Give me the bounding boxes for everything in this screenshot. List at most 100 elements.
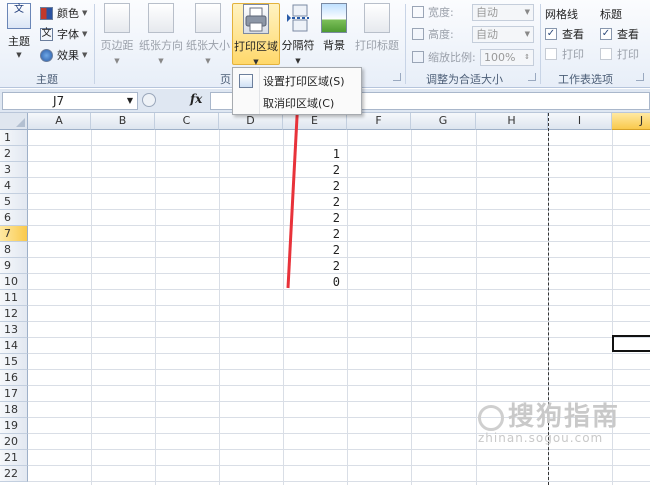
row-header-6[interactable]: 6 xyxy=(0,210,28,226)
row-header-12[interactable]: 12 xyxy=(0,306,28,322)
row-header-20[interactable]: 20 xyxy=(0,434,28,450)
cell-e6[interactable]: 2 xyxy=(283,210,343,226)
breaks-label: 分隔符 xyxy=(281,39,315,52)
width-icon xyxy=(412,6,424,18)
chevron-down-icon: ▼ xyxy=(253,58,259,66)
row-header-22[interactable]: 22 xyxy=(0,466,28,482)
column-header-d[interactable]: D xyxy=(219,113,283,130)
column-header-g[interactable]: G xyxy=(411,113,476,130)
scale-row: 缩放比例: 100% ⇕ xyxy=(412,47,534,67)
chevron-down-icon: ▼ xyxy=(16,51,22,59)
row-header-4[interactable]: 4 xyxy=(0,178,28,194)
background-button[interactable]: 背景 xyxy=(318,3,350,65)
column-header-i[interactable]: I xyxy=(548,113,612,130)
cell-e3[interactable]: 2 xyxy=(283,162,343,178)
breaks-button[interactable]: 分隔符 ▼ xyxy=(281,3,315,65)
row-header-7[interactable]: 7 xyxy=(0,226,28,242)
row-header-1[interactable]: 1 xyxy=(0,130,28,146)
row-header-21[interactable]: 21 xyxy=(0,450,28,466)
row-header-15[interactable]: 15 xyxy=(0,354,28,370)
column-header-f[interactable]: F xyxy=(347,113,411,130)
gridline xyxy=(411,130,412,485)
background-image-icon xyxy=(321,3,347,33)
cell-e5[interactable]: 2 xyxy=(283,194,343,210)
size-button[interactable]: 纸张大小 ▼ xyxy=(185,3,231,65)
expand-handle-icon[interactable] xyxy=(142,93,156,107)
colors-button[interactable]: 颜色 ▼ xyxy=(40,4,87,22)
checkbox-icon xyxy=(600,48,612,60)
row-header-19[interactable]: 19 xyxy=(0,418,28,434)
column-header-b[interactable]: B xyxy=(91,113,155,130)
printer-icon xyxy=(243,4,269,34)
width-select[interactable]: 自动 ▼ xyxy=(472,3,534,21)
insert-function-icon[interactable]: fx xyxy=(190,92,202,106)
set-print-area-icon xyxy=(239,74,253,88)
name-box[interactable]: J7 ▼ xyxy=(2,92,138,110)
row-header-13[interactable]: 13 xyxy=(0,322,28,338)
margins-button[interactable]: 页边距 ▼ xyxy=(99,3,135,65)
cell-e8[interactable]: 2 xyxy=(283,242,343,258)
height-select[interactable]: 自动 ▼ xyxy=(472,25,534,43)
scale-icon xyxy=(412,51,424,63)
column-header-j[interactable]: J xyxy=(612,113,650,130)
row-header-10[interactable]: 10 xyxy=(0,274,28,290)
column-header-e[interactable]: E xyxy=(283,113,347,130)
gridline xyxy=(347,130,348,485)
watermark-text: 搜狗指南 xyxy=(508,402,621,432)
row-header-8[interactable]: 8 xyxy=(0,242,28,258)
column-header-a[interactable]: A xyxy=(28,113,91,130)
dialog-launcher-icon[interactable] xyxy=(636,73,644,81)
set-print-area-menu-item[interactable]: 设置打印区域(S) xyxy=(233,70,361,92)
headings-view-checkbox[interactable]: ✓ 查看 xyxy=(600,24,639,44)
orientation-button[interactable]: 纸张方向 ▼ xyxy=(137,3,185,65)
clear-print-area-label: 取消印区域(C) xyxy=(263,97,335,110)
gridlines-print-label: 打印 xyxy=(562,48,584,61)
column-header-h[interactable]: H xyxy=(476,113,548,130)
scale-spinner[interactable]: 100% ⇕ xyxy=(480,48,534,66)
gridline xyxy=(28,385,650,386)
row-header-11[interactable]: 11 xyxy=(0,290,28,306)
gridline xyxy=(28,305,650,306)
print-area-button[interactable]: 打印区域 ▼ xyxy=(232,3,280,66)
name-box-value: J7 xyxy=(53,94,65,108)
themes-button[interactable]: 文 主题 ▼ xyxy=(4,3,34,65)
row-header-17[interactable]: 17 xyxy=(0,386,28,402)
cell-e4[interactable]: 2 xyxy=(283,178,343,194)
cell-e10[interactable]: 0 xyxy=(283,274,343,290)
cell-e7[interactable]: 2 xyxy=(283,226,343,242)
select-all-corner[interactable] xyxy=(0,113,28,130)
fonts-button[interactable]: 文 字体 ▼ xyxy=(40,25,87,43)
height-row: 高度: 自动 ▼ xyxy=(412,24,534,44)
size-icon xyxy=(195,3,221,33)
row-header-9[interactable]: 9 xyxy=(0,258,28,274)
clear-print-area-menu-item[interactable]: 取消印区域(C) xyxy=(233,92,361,114)
gridline xyxy=(28,481,650,482)
row-header-18[interactable]: 18 xyxy=(0,402,28,418)
scale-value: 100% xyxy=(484,50,516,64)
row-header-2[interactable]: 2 xyxy=(0,146,28,162)
row-header-3[interactable]: 3 xyxy=(0,162,28,178)
divider xyxy=(94,4,95,84)
effects-button[interactable]: 效果 ▼ xyxy=(40,46,87,64)
dialog-launcher-icon[interactable] xyxy=(528,73,536,81)
chevron-down-icon: ▼ xyxy=(524,29,530,38)
width-value: 自动 xyxy=(476,5,498,19)
active-cell-j7[interactable] xyxy=(612,335,650,352)
cell-e2[interactable]: 1 xyxy=(283,146,343,162)
row-header-5[interactable]: 5 xyxy=(0,194,28,210)
column-header-c[interactable]: C xyxy=(155,113,219,130)
headings-print-checkbox[interactable]: 打印 xyxy=(600,44,639,64)
print-titles-button[interactable]: 打印标题 xyxy=(353,3,401,65)
gridlines-title: 网格线 xyxy=(545,8,578,21)
cell-e9[interactable]: 2 xyxy=(283,258,343,274)
gridlines-view-checkbox[interactable]: ✓ 查看 xyxy=(545,24,584,44)
headings-view-label: 查看 xyxy=(617,28,639,41)
divider xyxy=(540,4,541,84)
dialog-launcher-icon[interactable] xyxy=(393,73,401,81)
gridline xyxy=(91,130,92,485)
row-header-16[interactable]: 16 xyxy=(0,370,28,386)
chevron-down-icon: ▼ xyxy=(295,57,301,65)
scale-label: 缩放比例: xyxy=(428,51,476,64)
row-header-14[interactable]: 14 xyxy=(0,338,28,354)
gridlines-print-checkbox[interactable]: 打印 xyxy=(545,44,584,64)
